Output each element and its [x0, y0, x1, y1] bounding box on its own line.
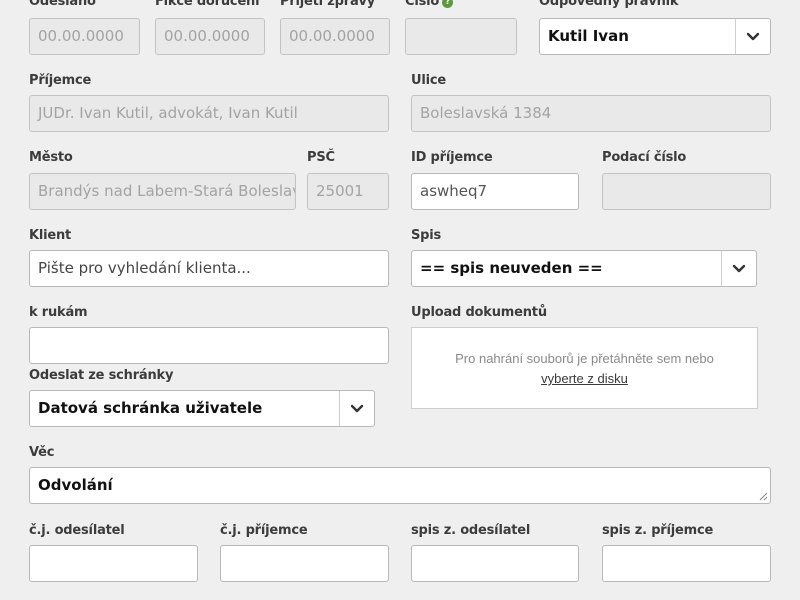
odpovedny-pravnik-value: Kutil Ivan [548, 27, 629, 45]
prijemce-label: Příjemce [29, 73, 92, 88]
upload-instructions: Pro nahrání souborů je přetáhněte sem ne… [455, 351, 714, 366]
chevron-down-icon[interactable] [721, 251, 756, 286]
odeslat-ze-schranky-select[interactable]: Datová schránka uživatele [29, 390, 375, 427]
mesto-field: Brandýs nad Labem-Stará Boleslav [29, 173, 296, 210]
cj-odesilatel-field[interactable] [29, 545, 198, 582]
upload-label: Upload dokumentů [411, 305, 547, 320]
cislo-field [405, 18, 517, 55]
fikce-doruceni-field: 00.00.0000 [155, 18, 265, 55]
upload-select-link[interactable]: vyberte z disku [412, 368, 757, 390]
vec-label: Věc [29, 445, 55, 460]
odpovedny-pravnik-select[interactable]: Kutil Ivan [539, 18, 771, 55]
k-rukam-field[interactable] [29, 327, 389, 364]
resize-grip-icon[interactable] [759, 492, 768, 501]
psc-field: 25001 [307, 173, 389, 210]
upload-dropzone[interactable]: Pro nahrání souborů je přetáhněte sem ne… [411, 327, 758, 409]
psc-label: PSČ [307, 150, 335, 165]
vec-value: Odvolání [38, 476, 113, 494]
vec-textarea[interactable]: Odvolání [29, 467, 771, 504]
spis-z-prijemce-label: spis z. příjemce [602, 523, 714, 538]
spis-z-prijemce-field[interactable] [602, 545, 771, 582]
odpovedny-pravnik-label: Odpovědný právník [539, 0, 679, 9]
prijeti-zpravy-label: Přijetí zprávy [280, 0, 376, 9]
chevron-down-icon[interactable] [735, 19, 770, 54]
odeslano-label: Odesláno [29, 0, 96, 9]
podaci-cislo-label: Podací číslo [602, 150, 687, 165]
info-icon[interactable]: ? [442, 0, 454, 8]
k-rukam-label: k rukám [29, 305, 88, 320]
odeslat-ze-schranky-value: Datová schránka uživatele [38, 399, 263, 417]
spis-value: == spis neuveden == [420, 259, 603, 277]
cj-prijemce-field[interactable] [220, 545, 389, 582]
klient-search-input[interactable]: Pište pro vyhledání klienta... [29, 250, 389, 287]
spis-z-odesilatel-field[interactable] [411, 545, 579, 582]
cislo-label: Číslo [405, 0, 440, 9]
podaci-cislo-field [602, 173, 771, 210]
cislo-label-wrap: Číslo? [405, 0, 454, 10]
spis-z-odesilatel-label: spis z. odesílatel [411, 523, 531, 538]
odeslano-field: 00.00.0000 [29, 18, 140, 55]
ulice-label: Ulice [411, 73, 446, 88]
spis-label: Spis [411, 228, 442, 243]
prijemce-field: JUDr. Ivan Kutil, advokát, Ivan Kutil [29, 95, 389, 132]
fikce-doruceni-label: Fikce doručení [155, 0, 260, 9]
klient-label: Klient [29, 228, 72, 243]
cj-odesilatel-label: č.j. odesílatel [29, 523, 125, 538]
ulice-field: Boleslavská 1384 [411, 95, 771, 132]
spis-select[interactable]: == spis neuveden == [411, 250, 757, 287]
chevron-down-icon[interactable] [339, 391, 374, 426]
mesto-label: Město [29, 150, 73, 165]
odeslat-ze-schranky-label: Odeslat ze schránky [29, 368, 174, 383]
prijeti-zpravy-field: 00.00.0000 [280, 18, 390, 55]
id-prijemce-field[interactable]: aswheq7 [411, 173, 579, 210]
cj-prijemce-label: č.j. příjemce [220, 523, 308, 538]
id-prijemce-label: ID příjemce [411, 150, 493, 165]
